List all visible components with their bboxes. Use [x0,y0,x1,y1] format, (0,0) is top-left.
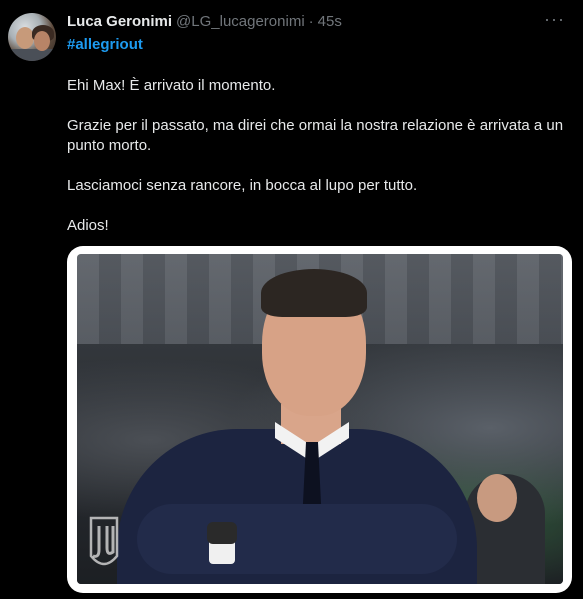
tweet-paragraph: Grazie per il passato, ma direi che orma… [67,117,564,154]
tweet-header: Luca Geronimi @LG_lucageronimi · 45s [67,13,342,33]
avatar-face-right [34,31,50,51]
tweet-paragraph: Adios! [67,217,109,234]
tweet-paragraph: Ehi Max! È arrivato il momento. [67,77,276,94]
tweet-text: Ehi Max! È arrivato il momento. Grazie p… [67,76,567,256]
photo-background-head [477,474,517,522]
more-horizontal-icon[interactable]: ··· [544,10,565,28]
author-handle[interactable]: @LG_lucageronimi [176,13,305,30]
avatar-shirt [8,49,56,61]
juventus-logo [89,516,119,566]
tweet[interactable]: Luca Geronimi @LG_lucageronimi · 45s ···… [0,0,583,599]
hashtag-link[interactable]: #allegriout [67,36,143,53]
tweet-media[interactable] [67,246,572,593]
separator-dot: · [308,13,314,30]
photo-man-hair [261,269,367,317]
avatar[interactable] [8,13,56,61]
author-name[interactable]: Luca Geronimi [67,13,172,30]
tweet-time[interactable]: 45s [318,13,342,30]
tweet-paragraph: Lasciamoci senza rancore, in bocca al lu… [67,177,418,194]
tweet-photo[interactable] [77,254,563,584]
photo-man-crossed-arms [137,504,457,574]
photo-man-watch [207,522,237,544]
